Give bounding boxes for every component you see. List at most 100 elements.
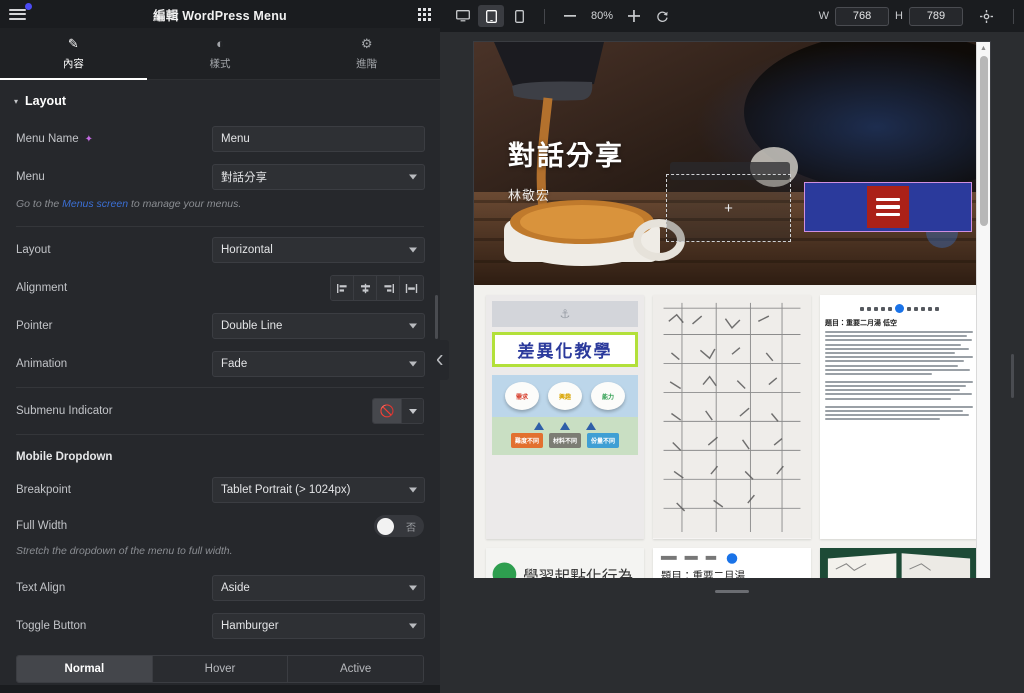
row-layout: Layout Horizontal [0, 231, 440, 269]
tablet-icon[interactable] [478, 5, 504, 27]
preview-toolbar: 80% W H [440, 0, 1024, 32]
apps-grid-icon[interactable] [418, 7, 431, 21]
hamburger-icon[interactable] [867, 186, 909, 228]
reset-rotate-icon[interactable] [649, 5, 675, 27]
toolbar-separator [1013, 8, 1014, 24]
menu-widget-selected[interactable] [804, 182, 972, 232]
hero-text: 對話分享 林敬宏 [508, 134, 624, 204]
menus-screen-link[interactable]: Menus screen [62, 198, 128, 210]
align-start-icon[interactable] [331, 276, 354, 300]
diagram-pill: 能力 [591, 382, 625, 410]
chip-label: 份量不同 [587, 433, 620, 448]
gallery-item-slide[interactable]: ⚓ 差異化教學 需求 興趣 能力 難度不同 材料不同 份量不同 [486, 295, 644, 539]
slide-title-band: 差異化教學 [492, 332, 638, 367]
pointer-select[interactable]: Double Line [212, 313, 425, 339]
arrow-up-icons [496, 422, 634, 430]
toggle-knob [377, 517, 394, 535]
notification-dot [25, 3, 32, 10]
state-tab-hover[interactable]: Hover [152, 656, 289, 682]
full-width-toggle[interactable]: 否 [374, 515, 424, 537]
gear-icon: ⚙ [360, 35, 373, 51]
preview-scrollbar[interactable]: ▲ ▼ [976, 42, 990, 578]
text-align-select[interactable]: Aside [212, 575, 425, 601]
dimension-controls: W H [819, 5, 1014, 27]
gallery-item-slide-2[interactable]: 學習起點化行為 [486, 547, 644, 578]
zoom-level: 80% [590, 10, 614, 22]
row-toggle-button: Toggle Button Hamburger [0, 607, 440, 645]
text-align-select-value: Aside [221, 582, 250, 594]
chevron-down-icon [409, 623, 417, 629]
submenu-indicator-group: 🚫 [372, 398, 424, 424]
diagram-top-row: 需求 興趣 能力 [492, 375, 638, 417]
pencil-icon: ✎ [67, 35, 79, 51]
animation-label: Animation [16, 358, 68, 370]
diagram-bottom-row: 難度不同 材料不同 份量不同 [492, 417, 638, 455]
document-body-text [825, 331, 973, 421]
none-prohibited-icon[interactable]: 🚫 [373, 399, 401, 423]
handwritten-notes-image [653, 295, 811, 539]
mobile-icon[interactable] [506, 5, 532, 27]
menu-label: Menu [16, 171, 45, 183]
menu-name-input[interactable] [212, 126, 425, 152]
menu-select[interactable]: 對話分享 [212, 164, 425, 190]
menu-name-label-wrap: Menu Name ✦ [16, 133, 212, 145]
zoom-in-button[interactable] [621, 5, 647, 27]
chevron-down-icon [409, 247, 417, 253]
panel-resize-handle[interactable] [435, 295, 438, 339]
chevron-down-icon [409, 174, 417, 180]
section-layout-title: Layout [25, 94, 66, 108]
align-center-icon[interactable] [354, 276, 377, 300]
gallery-item-document[interactable]: 題目：重要二月湯 低空 [820, 295, 978, 539]
panel-header: 編輯 WordPress Menu [0, 0, 440, 28]
widget-dropzone[interactable]: + [666, 174, 791, 242]
zoom-out-button[interactable] [557, 5, 583, 27]
gallery-item-handwriting[interactable] [653, 295, 811, 539]
canvas-drag-handle[interactable] [715, 590, 749, 593]
gallery-item-notebook[interactable] [820, 547, 978, 578]
diagram-chips: 難度不同 材料不同 份量不同 [496, 433, 634, 448]
height-input[interactable] [909, 6, 963, 26]
toggle-button-select[interactable]: Hamburger [212, 613, 425, 639]
state-tab-active[interactable]: Active [288, 656, 423, 682]
slide-thumbnail-image: 學習起點化行為 [486, 547, 644, 578]
align-justify-icon[interactable] [400, 276, 423, 300]
scrollbar-thumb[interactable] [980, 56, 988, 226]
hero-title: 對話分享 [508, 141, 624, 171]
panel-footer-bar [0, 685, 440, 693]
toggle-state-label: 否 [406, 522, 416, 534]
toolbar-separator [544, 8, 545, 24]
chevron-down-icon[interactable] [401, 399, 423, 423]
hero-subtitle: 林敬宏 [508, 188, 551, 203]
document-thumbnail-image: 題目：重要二月湯 [653, 547, 811, 578]
ai-sparkle-icon[interactable]: ✦ [85, 134, 93, 145]
desktop-icon[interactable] [450, 5, 476, 27]
divider [16, 226, 424, 227]
chevron-down-icon [409, 323, 417, 329]
panel-collapse-button[interactable] [431, 340, 449, 380]
breakpoint-select[interactable]: Tablet Portrait (> 1024px) [212, 477, 425, 503]
row-pointer: Pointer Double Line [0, 307, 440, 345]
alignment-label: Alignment [16, 282, 68, 294]
canvas-resize-handle[interactable] [1011, 354, 1014, 398]
tab-content[interactable]: ✎ 內容 [0, 28, 147, 80]
section-layout-header[interactable]: ▾ Layout [0, 80, 440, 120]
width-label: W [818, 10, 830, 22]
tab-advanced[interactable]: ⚙ 進階 [293, 28, 440, 79]
layout-select[interactable]: Horizontal [212, 237, 425, 263]
gallery-item-doc-2[interactable]: 題目：重要二月湯 [653, 547, 811, 578]
menus-hint-before: Go to the [16, 198, 63, 210]
height-label: H [895, 10, 903, 22]
tab-style[interactable]: ◐ 樣式 [147, 28, 294, 79]
hamburger-icon[interactable] [9, 3, 32, 23]
gear-icon[interactable] [973, 5, 999, 27]
breakpoint-label: Breakpoint [16, 484, 71, 496]
menu-name-label: Menu Name [16, 133, 79, 145]
width-input[interactable] [835, 6, 890, 26]
animation-select[interactable]: Fade [212, 351, 425, 377]
state-tab-normal[interactable]: Normal [17, 656, 153, 682]
row-menu-name: Menu Name ✦ [0, 120, 440, 158]
divider [16, 434, 424, 435]
scroll-up-icon[interactable]: ▲ [980, 45, 987, 52]
align-end-icon[interactable] [377, 276, 400, 300]
full-width-label: Full Width [16, 520, 68, 532]
